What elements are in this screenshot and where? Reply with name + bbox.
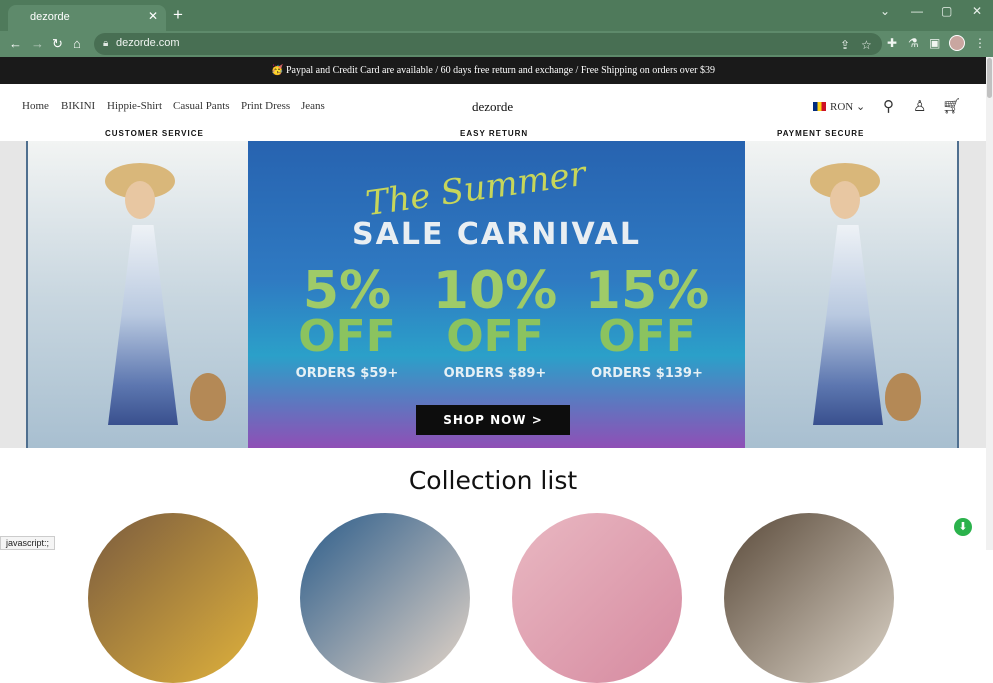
model-figure-left bbox=[80, 163, 226, 443]
nav-print-dress[interactable]: Print Dress bbox=[241, 100, 290, 112]
offer-10: 10% OFF ORDERS $89+ bbox=[420, 261, 570, 385]
collection-item-4[interactable] bbox=[724, 513, 894, 683]
dress-right bbox=[813, 225, 883, 425]
service-return: EASY RETURN bbox=[460, 129, 529, 138]
minimize-button[interactable]: — bbox=[911, 4, 923, 18]
side-panel-icon[interactable]: ▣ bbox=[929, 36, 940, 50]
offer-percent: 10% bbox=[432, 261, 558, 321]
reload-icon[interactable]: ↻ bbox=[52, 36, 63, 52]
lock-icon[interactable]: 🔒︎ bbox=[103, 38, 108, 49]
nav-home[interactable]: Home bbox=[22, 100, 49, 112]
collection-title: Collection list bbox=[408, 466, 578, 495]
dress-left bbox=[108, 225, 178, 425]
forward-icon[interactable]: → bbox=[31, 36, 44, 52]
site-logo[interactable]: dezorde bbox=[472, 99, 513, 115]
offer-threshold: ORDERS $59+ bbox=[295, 366, 399, 381]
tab-search-icon[interactable]: ⌄ bbox=[880, 4, 890, 18]
menu-icon[interactable]: ⋮ bbox=[974, 36, 986, 50]
nav-jeans[interactable]: Jeans bbox=[301, 100, 325, 112]
surfboard-right bbox=[957, 141, 986, 448]
offer-5: 5% OFF ORDERS $59+ bbox=[272, 261, 422, 385]
romania-flag-icon bbox=[813, 102, 826, 111]
tab-title: dezorde bbox=[30, 11, 70, 23]
status-bar-url: javascript:; bbox=[0, 536, 56, 550]
hero-script-title: The Summer bbox=[363, 153, 589, 225]
model-figure-right bbox=[785, 163, 921, 443]
maximize-button[interactable]: ▢ bbox=[941, 4, 952, 18]
tab-close-icon[interactable]: ✕ bbox=[148, 9, 158, 23]
hero-model-left bbox=[0, 141, 248, 448]
service-strip: CUSTOMER SERVICE EASY RETURN PAYMENT SEC… bbox=[0, 129, 986, 141]
nav-bikini[interactable]: BIKINI bbox=[61, 100, 95, 112]
home-icon[interactable]: ⌂ bbox=[73, 36, 81, 52]
new-tab-button[interactable]: + bbox=[173, 6, 183, 24]
offer-threshold: ORDERS $139+ bbox=[591, 366, 703, 381]
chat-support-icon[interactable]: ⬇ bbox=[954, 518, 972, 536]
offer-off: OFF bbox=[298, 311, 396, 362]
shop-now-button[interactable]: SHOP NOW > bbox=[416, 405, 570, 435]
chevron-down-icon: ⌄ bbox=[855, 101, 866, 113]
currency-label: RON bbox=[830, 101, 854, 113]
offer-percent: 15% bbox=[584, 261, 710, 321]
close-window-button[interactable]: ✕ bbox=[972, 4, 982, 18]
page-scrollbar[interactable] bbox=[986, 57, 993, 550]
surfboard-left bbox=[0, 141, 28, 448]
head-left bbox=[125, 181, 155, 219]
cart-icon[interactable]: 🛒︎ bbox=[942, 97, 961, 116]
collection-item-1[interactable] bbox=[88, 513, 258, 683]
hero-model-right bbox=[745, 141, 986, 448]
scrollbar-thumb[interactable] bbox=[987, 58, 992, 98]
nav-hippie-shirt[interactable]: Hippie-Shirt bbox=[107, 100, 162, 112]
extensions-icon[interactable]: ✚ bbox=[887, 36, 897, 50]
hero-headline: SALE CARNIVAL bbox=[352, 217, 641, 252]
currency-selector[interactable]: RON ⌄ bbox=[813, 100, 865, 113]
profile-avatar[interactable] bbox=[949, 35, 965, 51]
back-icon[interactable]: ← bbox=[9, 36, 22, 52]
search-icon[interactable]: ⚲ bbox=[883, 97, 894, 116]
share-icon[interactable]: ⇪ bbox=[840, 38, 850, 52]
offer-percent: 5% bbox=[302, 261, 392, 321]
offer-threshold: ORDERS $89+ bbox=[443, 366, 547, 381]
offer-off: OFF bbox=[598, 311, 696, 362]
head-right bbox=[830, 181, 860, 219]
site-header: Home BIKINI Hippie-Shirt Casual Pants Pr… bbox=[0, 84, 986, 131]
star-icon[interactable]: ☆ bbox=[861, 38, 872, 52]
announcement-bar: 🥳 Paypal and Credit Card are available /… bbox=[0, 57, 986, 84]
browser-toolbar: ← → ↻ ⌂ 🔒︎ dezorde.com ⇪ ☆ ✚ ⚗ ▣ ⋮ bbox=[0, 31, 993, 57]
service-customer: CUSTOMER SERVICE bbox=[105, 129, 204, 138]
address-bar[interactable]: 🔒︎ dezorde.com ⇪ ☆ bbox=[94, 33, 882, 55]
straw-bag-right bbox=[885, 373, 921, 421]
url-text[interactable]: dezorde.com bbox=[116, 37, 180, 49]
offer-off: OFF bbox=[446, 311, 544, 362]
browser-tab[interactable]: dezorde ✕ bbox=[8, 5, 166, 31]
straw-bag-left bbox=[190, 373, 226, 421]
nav-casual-pants[interactable]: Casual Pants bbox=[173, 100, 230, 112]
hero-banner[interactable]: The Summer SALE CARNIVAL 5% OFF ORDERS $… bbox=[0, 141, 986, 448]
account-icon[interactable]: ♙ bbox=[913, 97, 926, 116]
collection-item-2[interactable] bbox=[300, 513, 470, 683]
service-payment: PAYMENT SECURE bbox=[777, 129, 865, 138]
labs-icon[interactable]: ⚗ bbox=[908, 36, 919, 50]
offer-15: 15% OFF ORDERS $139+ bbox=[572, 261, 722, 385]
collection-item-3[interactable] bbox=[512, 513, 682, 683]
browser-tab-strip: dezorde ✕ + ⌄ — ▢ ✕ bbox=[0, 0, 993, 31]
